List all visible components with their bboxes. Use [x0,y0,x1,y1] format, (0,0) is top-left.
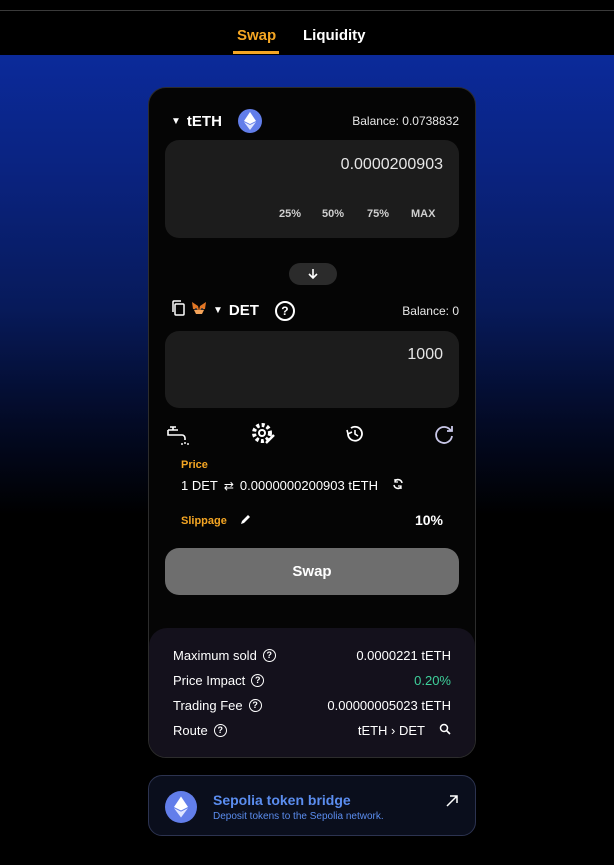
settings-gear-icon[interactable] [249,420,277,448]
swap-details-panel: Maximum sold? 0.0000221 tETH Price Impac… [149,628,475,757]
from-amount-input[interactable]: 0.0000200903 [341,156,443,174]
help-icon[interactable]: ? [274,300,295,321]
from-token-name: tETH [186,112,222,130]
detail-value: 0.20% [414,672,451,688]
faucet-icon[interactable] [165,421,191,447]
bridge-subtitle: Deposit tokens to the Sepolia network. [213,811,384,822]
ethereum-icon [237,109,262,133]
pct-75-button[interactable]: 75% [367,208,389,220]
swap-arrows-icon: ⇄ [223,478,234,493]
sepolia-bridge-link[interactable]: Sepolia token bridge Deposit tokens to t… [148,775,476,836]
price-row: 1 DET ⇄ 0.0000000200903 tETH [181,478,404,493]
detail-value: 0.0000221 tETH [356,647,451,663]
pct-25-button[interactable]: 25% [279,208,301,220]
detail-value: 0.00000005023 tETH [327,697,451,713]
price-right: 0.0000000200903 tETH [239,478,378,493]
history-icon[interactable] [342,421,368,447]
to-token-name: DET [228,302,259,319]
copy-icon[interactable] [171,300,185,321]
to-balance: Balance: 0 [402,304,459,318]
detail-row-price-impact: Price Impact? 0.20% [173,671,451,689]
metamask-fox-icon[interactable] [191,301,207,320]
detail-label: Route [173,722,208,738]
arrow-down-icon [308,269,318,280]
price-left: 1 DET [181,478,218,493]
detail-label: Trading Fee [173,697,243,713]
to-amount-box: 1000 [165,331,459,408]
bridge-title: Sepolia token bridge [213,792,351,808]
invert-price-icon[interactable] [392,478,404,493]
detail-row-maximum-sold: Maximum sold? 0.0000221 tETH [173,646,451,664]
slippage-value: 10% [414,512,443,528]
active-tab-indicator [233,51,279,54]
detail-row-trading-fee: Trading Fee? 0.00000005023 tETH [173,696,451,714]
route-value: tETH › DET [357,722,425,738]
tab-liquidity[interactable]: Liquidity [303,27,366,44]
help-icon[interactable]: ? [248,698,262,712]
swap-button[interactable]: Swap [165,548,459,595]
nav-tabs: Swap Liquidity [0,11,614,55]
pct-max-button[interactable]: MAX [411,208,435,220]
help-icon[interactable]: ? [262,648,276,662]
from-token-selector[interactable]: ▼ tETH [171,109,262,133]
pct-50-button[interactable]: 50% [322,208,344,220]
slippage-label: Slippage [181,515,227,527]
ethereum-icon [165,791,197,823]
tab-swap[interactable]: Swap [237,27,276,44]
detail-label: Price Impact [173,672,246,688]
help-icon[interactable]: ? [251,673,265,687]
from-amount-box: 0.0000200903 25% 50% 75% MAX [165,140,459,238]
to-amount-input[interactable]: 1000 [407,346,443,364]
search-icon[interactable] [439,723,451,738]
to-token-selector[interactable]: ▼ DET ? [171,300,295,321]
price-label: Price [181,459,208,471]
edit-pencil-icon[interactable] [239,513,251,531]
swap-card: ▼ tETH Balance: 0.0738832 0.0000200903 2… [148,87,476,758]
from-balance: Balance: 0.0738832 [352,114,459,128]
help-icon[interactable]: ? [213,723,227,737]
detail-row-route: Route? tETH › DET [173,721,451,739]
external-link-arrow-icon [445,794,459,813]
detail-label: Maximum sold [173,647,257,663]
caret-down-icon: ▼ [213,305,223,316]
switch-direction-button[interactable] [289,263,337,285]
caret-down-icon: ▼ [171,115,181,127]
refresh-icon[interactable] [431,421,457,447]
